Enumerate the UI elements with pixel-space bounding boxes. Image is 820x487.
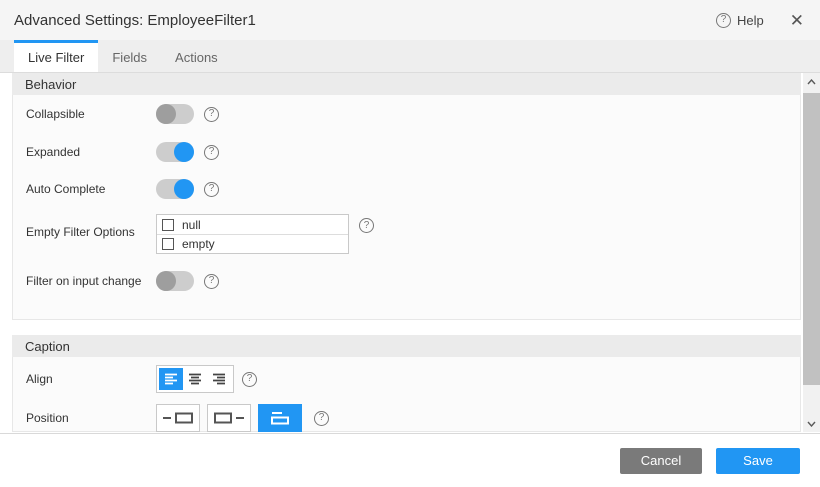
filter-on-input-change-label: Filter on input change: [26, 274, 156, 288]
tab-live-filter[interactable]: Live Filter: [14, 40, 98, 72]
empty-filter-options-list: null empty: [156, 214, 349, 254]
behavior-section-body: Collapsible ? Expanded ? Auto Complete ?…: [12, 95, 801, 320]
position-row: Position: [13, 404, 800, 432]
align-button-group: [156, 365, 234, 393]
position-label-right-button[interactable]: [207, 404, 251, 432]
filter-on-input-change-help-icon[interactable]: ?: [204, 274, 219, 289]
empty-filter-options-label: Empty Filter Options: [26, 225, 156, 239]
tab-actions[interactable]: Actions: [161, 40, 232, 72]
position-label-left-button[interactable]: [156, 404, 200, 432]
toggle-knob: [174, 142, 194, 162]
header-actions: ? Help ✕: [716, 12, 804, 29]
tab-bar: Live Filter Fields Actions: [0, 40, 820, 73]
collapsible-row: Collapsible ?: [13, 103, 800, 125]
caption-section-title: Caption: [12, 335, 801, 357]
label-top-icon: [269, 410, 291, 426]
position-label: Position: [26, 411, 156, 425]
filter-on-input-change-toggle[interactable]: [156, 271, 194, 291]
dialog-footer: Cancel Save: [0, 433, 820, 487]
dialog-header: Advanced Settings: EmployeeFilter1 ? Hel…: [0, 0, 820, 40]
expanded-help-icon[interactable]: ?: [204, 145, 219, 160]
cancel-button[interactable]: Cancel: [620, 448, 702, 474]
option-empty[interactable]: empty: [157, 234, 348, 253]
behavior-section-title: Behavior: [12, 73, 801, 95]
position-label-top-button[interactable]: [258, 404, 302, 432]
auto-complete-row: Auto Complete ?: [13, 178, 800, 200]
label-right-icon: [213, 411, 245, 425]
align-right-icon: [212, 373, 226, 385]
empty-checkbox[interactable]: [162, 238, 174, 250]
null-option-label: null: [182, 218, 201, 232]
save-button[interactable]: Save: [716, 448, 800, 474]
help-link[interactable]: Help: [737, 13, 764, 28]
behavior-section: Behavior Collapsible ? Expanded ? Auto C…: [12, 73, 801, 320]
expanded-toggle[interactable]: [156, 142, 194, 162]
advanced-settings-dialog: Advanced Settings: EmployeeFilter1 ? Hel…: [0, 0, 820, 487]
vertical-scrollbar: [803, 73, 820, 432]
caption-section-body: Align: [12, 357, 801, 432]
collapsible-help-icon[interactable]: ?: [204, 107, 219, 122]
align-row: Align: [13, 365, 800, 393]
align-left-icon: [164, 373, 178, 385]
align-right-button[interactable]: [207, 368, 231, 390]
empty-option-label: empty: [182, 237, 215, 251]
empty-filter-options-help-icon[interactable]: ?: [359, 218, 374, 233]
empty-filter-options-row: Empty Filter Options null empty ?: [13, 214, 800, 254]
null-checkbox[interactable]: [162, 219, 174, 231]
align-center-button[interactable]: [183, 368, 207, 390]
collapsible-toggle[interactable]: [156, 104, 194, 124]
align-center-icon: [188, 373, 202, 385]
expanded-row: Expanded ?: [13, 141, 800, 163]
caption-section: Caption Align: [12, 335, 801, 432]
chevron-up-icon: [807, 79, 816, 85]
align-label: Align: [26, 372, 156, 386]
dialog-title: Advanced Settings: EmployeeFilter1: [14, 12, 256, 29]
option-null[interactable]: null: [157, 215, 348, 234]
align-left-button[interactable]: [159, 368, 183, 390]
collapsible-label: Collapsible: [26, 107, 156, 121]
tab-fields[interactable]: Fields: [98, 40, 161, 72]
auto-complete-label: Auto Complete: [26, 182, 156, 196]
chevron-down-icon: [807, 421, 816, 427]
auto-complete-toggle[interactable]: [156, 179, 194, 199]
toggle-knob: [156, 104, 176, 124]
scroll-up-arrow[interactable]: [803, 73, 820, 90]
close-icon[interactable]: ✕: [790, 12, 804, 29]
auto-complete-help-icon[interactable]: ?: [204, 182, 219, 197]
scrollbar-thumb[interactable]: [803, 93, 820, 385]
label-left-icon: [162, 411, 194, 425]
expanded-label: Expanded: [26, 145, 156, 159]
filter-on-input-change-row: Filter on input change ?: [13, 270, 800, 292]
toggle-knob: [174, 179, 194, 199]
align-help-icon[interactable]: ?: [242, 372, 257, 387]
position-button-group: [156, 404, 302, 432]
position-help-icon[interactable]: ?: [314, 411, 329, 426]
scroll-down-arrow[interactable]: [803, 415, 820, 432]
toggle-knob: [156, 271, 176, 291]
help-icon[interactable]: ?: [716, 13, 731, 28]
